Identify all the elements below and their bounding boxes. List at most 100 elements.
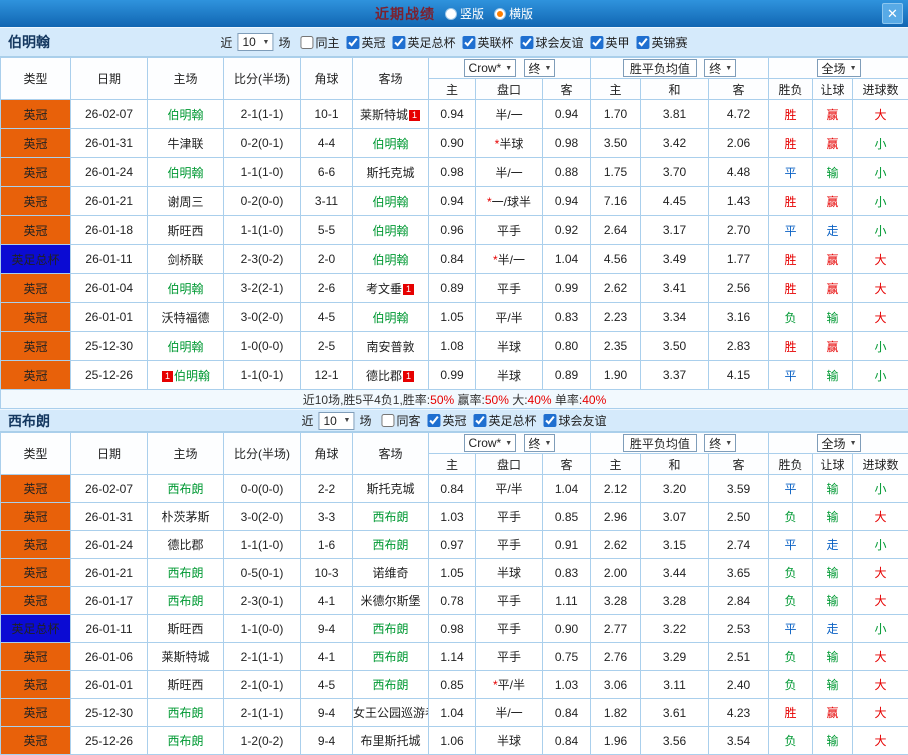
match-row: 英冠25-12-26西布朗1-2(0-2)9-4布里斯托城1.06半球0.841…	[1, 727, 908, 755]
asian-home-odds-cell: 0.98	[429, 615, 476, 643]
asian-time-select[interactable]: 终▼	[524, 434, 556, 452]
checkbox-input[interactable]	[474, 414, 487, 427]
checkbox-input[interactable]	[591, 36, 604, 49]
filter-checkbox[interactable]: 英冠	[428, 412, 467, 429]
filter-checkbox[interactable]: 英足总杯	[392, 34, 455, 51]
filter-checkbox[interactable]: 英甲	[591, 34, 630, 51]
league-type-cell: 英冠	[1, 187, 71, 216]
asian-away-odds-cell: 0.92	[543, 216, 591, 245]
checkbox-input[interactable]	[463, 36, 476, 49]
bookmaker-select[interactable]: Crow*▼	[464, 59, 517, 77]
filter-checkbox[interactable]: 英冠	[346, 34, 385, 51]
europe-draw-odds-cell: 3.70	[641, 158, 709, 187]
col-date: 日期	[71, 433, 148, 475]
europe-away-odds-cell: 4.72	[709, 100, 769, 129]
europe-home-odds-cell: 3.28	[591, 587, 641, 615]
col-away: 客场	[353, 433, 429, 475]
subcol-europe-draw: 和	[641, 79, 709, 100]
handicap-cell: *半/一	[476, 245, 543, 274]
team-label: 德比郡	[167, 538, 203, 552]
close-button[interactable]: ✕	[882, 3, 903, 24]
checkbox-input[interactable]	[300, 36, 313, 49]
europe-time-select[interactable]: 终▼	[704, 59, 736, 77]
checkbox-input[interactable]	[392, 36, 405, 49]
asian-time-value: 终	[529, 435, 541, 452]
filter-checkboxes: 同主英冠英足总杯英联杯球会友谊英甲 英锦赛	[293, 34, 687, 51]
period-select[interactable]: 全场▼	[817, 59, 861, 77]
europe-home-odds-cell: 1.96	[591, 727, 641, 755]
checkbox-input[interactable]	[637, 36, 650, 49]
asian-away-odds-cell: 0.88	[543, 158, 591, 187]
team-label: 西布朗	[372, 622, 408, 636]
asian-time-select[interactable]: 终▼	[524, 59, 556, 77]
bookmaker-select[interactable]: Crow*▼	[464, 434, 517, 452]
date-cell: 25-12-26	[71, 361, 148, 390]
league-type-cell: 英冠	[1, 699, 71, 727]
score-cell: 1-1(1-0)	[224, 158, 301, 187]
europe-time-select[interactable]: 终▼	[704, 434, 736, 452]
corner-cell: 4-1	[301, 643, 353, 671]
asian-home-odds-cell: 1.05	[429, 303, 476, 332]
asian-home-odds-cell: 0.78	[429, 587, 476, 615]
result-winloss-cell: 胜	[769, 187, 813, 216]
col-date: 日期	[71, 58, 148, 100]
view-vertical-option[interactable]: 竖版	[445, 5, 484, 22]
filter-checkbox[interactable]: 同主	[300, 34, 339, 51]
handicap-cell: 半球	[476, 332, 543, 361]
radio-selected-icon[interactable]	[494, 8, 506, 20]
europe-home-odds-cell: 2.96	[591, 503, 641, 531]
period-select[interactable]: 全场▼	[817, 434, 861, 452]
europe-home-odds-cell: 2.77	[591, 615, 641, 643]
handicap-cell: 平手	[476, 587, 543, 615]
match-count-select[interactable]: 10▼	[237, 33, 273, 51]
team-cell: 女王公园巡游者	[353, 699, 429, 727]
dialog-title: 近期战绩	[375, 4, 435, 24]
league-type-cell: 英足总杯	[1, 615, 71, 643]
filter-checkbox[interactable]: 英锦赛	[637, 34, 688, 51]
checkbox-input[interactable]	[521, 36, 534, 49]
team-label: 西布朗	[372, 510, 408, 524]
europe-home-odds-cell: 4.56	[591, 245, 641, 274]
team-label: 西布朗	[372, 678, 408, 692]
league-type-cell: 英冠	[1, 559, 71, 587]
asian-away-odds-cell: 0.94	[543, 187, 591, 216]
team-cell: 西布朗	[148, 587, 224, 615]
filter-checkbox[interactable]: 英足总杯	[474, 412, 537, 429]
radio-unselected-icon[interactable]	[445, 8, 457, 20]
footer-stat: 胜率:	[403, 393, 430, 407]
filter-checkbox[interactable]: 球会友谊	[544, 412, 607, 429]
corner-cell: 4-1	[301, 587, 353, 615]
match-count-select[interactable]: 10▼	[318, 412, 354, 430]
team-cell: 西布朗	[148, 559, 224, 587]
matches-table: 类型 日期 主场 比分(半场) 角球 客场 Crow*▼ 终▼ 胜平负均值 终▼	[0, 432, 908, 755]
view-horizontal-option[interactable]: 横版	[494, 5, 533, 22]
corner-cell: 2-2	[301, 475, 353, 503]
team-cell: 莱斯特城1	[353, 100, 429, 129]
asian-away-odds-cell: 0.91	[543, 531, 591, 559]
europe-away-odds-cell: 3.54	[709, 727, 769, 755]
team-cell: 西布朗	[353, 615, 429, 643]
result-goals-cell: 小	[853, 158, 908, 187]
checkbox-input[interactable]	[346, 36, 359, 49]
europe-draw-odds-cell: 3.44	[641, 559, 709, 587]
handicap-cell: 平/半	[476, 475, 543, 503]
europe-away-odds-cell: 2.84	[709, 587, 769, 615]
checkbox-input[interactable]	[381, 414, 394, 427]
match-row: 英冠26-01-31朴茨茅斯3-0(2-0)3-3西布朗1.03平手0.852.…	[1, 503, 908, 531]
asian-home-odds-cell: 0.94	[429, 100, 476, 129]
league-type-cell: 英冠	[1, 332, 71, 361]
checkbox-input[interactable]	[428, 414, 441, 427]
europe-home-odds-cell: 7.16	[591, 187, 641, 216]
star-mark: *	[487, 195, 492, 209]
league-type-cell: 英冠	[1, 303, 71, 332]
match-row: 英冠26-02-07西布朗0-0(0-0)2-2斯托克城0.84平/半1.042…	[1, 475, 908, 503]
checkbox-input[interactable]	[544, 414, 557, 427]
filter-checkbox[interactable]: 同客	[381, 412, 420, 429]
team-label: 伯明翰	[372, 311, 408, 325]
score-cell: 1-0(0-0)	[224, 332, 301, 361]
date-cell: 26-01-31	[71, 129, 148, 158]
filter-checkbox[interactable]: 英联杯	[463, 34, 514, 51]
checkbox-label: 英锦赛	[652, 34, 688, 51]
filter-checkbox[interactable]: 球会友谊	[521, 34, 584, 51]
date-cell: 26-02-07	[71, 100, 148, 129]
